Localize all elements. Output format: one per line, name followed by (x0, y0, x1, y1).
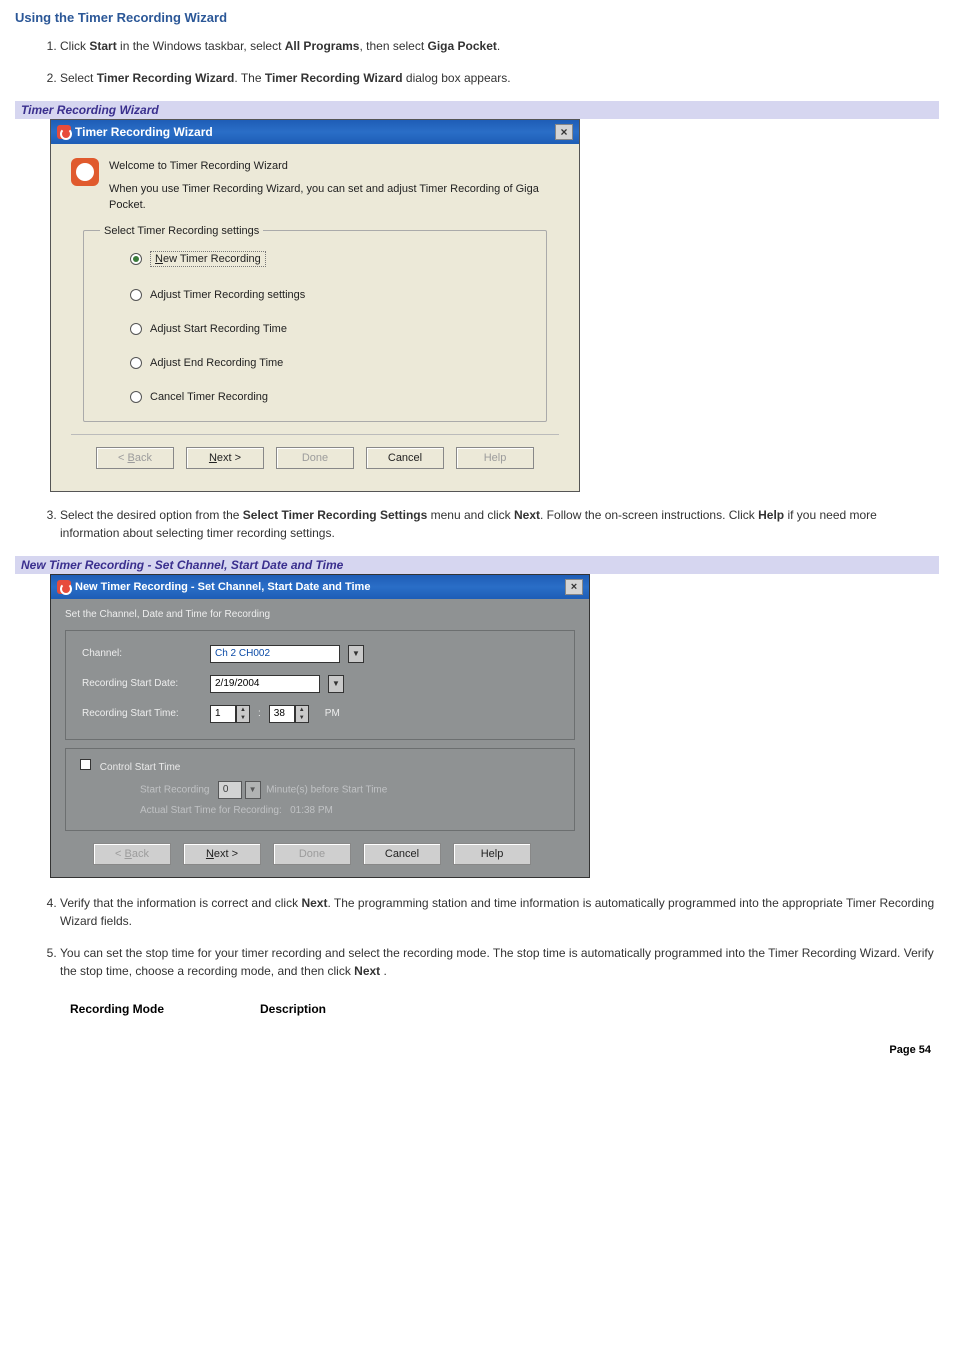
step-3: Select the desired option from the Selec… (60, 506, 939, 542)
time-label: Recording Start Time: (82, 708, 202, 719)
hour-spinner[interactable]: 1 ▲▼ (210, 705, 250, 723)
app-icon (57, 125, 71, 139)
radio-cancel-recording[interactable]: Cancel Timer Recording (130, 391, 534, 403)
radio-icon (130, 289, 142, 301)
close-button[interactable]: × (555, 124, 573, 140)
section-title: Using the Timer Recording Wizard (15, 10, 939, 25)
back-button: < Back (93, 843, 171, 865)
close-button[interactable]: × (565, 579, 583, 595)
step-5: You can set the stop time for your timer… (60, 944, 939, 980)
control-start-time-group: Control Start Time Start Recording 0 ▼ M… (65, 748, 575, 831)
actual-start-label: Actual Start Time for Recording: (140, 805, 282, 816)
timer-recording-wizard-dialog: Timer Recording Wizard × Welcome to Time… (50, 119, 580, 492)
step-4: Verify that the information is correct a… (60, 894, 939, 930)
minute-spinner[interactable]: 38 ▲▼ (269, 705, 309, 723)
figure-caption-1: Timer Recording Wizard (15, 101, 939, 119)
next-button[interactable]: Next > (183, 843, 261, 865)
start-recording-label: Start Recording (140, 784, 209, 795)
set-channel-dialog: New Timer Recording - Set Channel, Start… (50, 574, 590, 878)
radio-adjust-settings[interactable]: Adjust Timer Recording settings (130, 289, 534, 301)
dropdown-icon[interactable]: ▼ (328, 675, 344, 693)
back-button: < Back (96, 447, 174, 469)
date-input[interactable]: 2/19/2004 (210, 675, 320, 693)
date-label: Recording Start Date: (82, 678, 202, 689)
description-text: When you use Timer Recording Wizard, you… (109, 181, 559, 214)
step-1: Click Start in the Windows taskbar, sele… (60, 37, 939, 55)
app-icon (57, 580, 71, 594)
settings-groupbox: Select Timer Recording settings New Time… (83, 230, 547, 422)
column-description: Description (260, 1002, 326, 1016)
radio-adjust-start-time[interactable]: Adjust Start Recording Time (130, 323, 534, 335)
dropdown-icon[interactable]: ▼ (348, 645, 364, 663)
channel-label: Channel: (82, 648, 202, 659)
radio-icon (130, 323, 142, 335)
dialog-title: Timer Recording Wizard (75, 125, 213, 139)
help-button[interactable]: Help (453, 843, 531, 865)
channel-row: Channel: Ch 2 CH002 ▼ (82, 645, 558, 663)
cancel-button[interactable]: Cancel (366, 447, 444, 469)
cancel-button[interactable]: Cancel (363, 843, 441, 865)
page-number: Page 54 (15, 1044, 939, 1056)
control-start-label: Control Start Time (100, 762, 181, 773)
figure-caption-2: New Timer Recording - Set Channel, Start… (15, 556, 939, 574)
radio-icon (130, 253, 142, 265)
dialog-subtitle: Set the Channel, Date and Time for Recor… (65, 609, 575, 620)
welcome-text: Welcome to Timer Recording Wizard (109, 158, 559, 175)
step-2: Select Timer Recording Wizard. The Timer… (60, 69, 939, 87)
dropdown-icon: ▼ (245, 781, 261, 799)
radio-adjust-end-time[interactable]: Adjust End Recording Time (130, 357, 534, 369)
column-recording-mode: Recording Mode (70, 1002, 200, 1016)
help-button: Help (456, 447, 534, 469)
done-button: Done (276, 447, 354, 469)
start-recording-suffix: Minute(s) before Start Time (266, 784, 387, 795)
table-header-row: Recording Mode Description (70, 1002, 939, 1016)
time-row: Recording Start Time: 1 ▲▼ : 38 ▲▼ PM (82, 705, 558, 723)
ampm-label: PM (325, 708, 340, 719)
dialog-titlebar: Timer Recording Wizard × (51, 120, 579, 144)
control-start-checkbox[interactable] (80, 759, 91, 770)
radio-icon (130, 391, 142, 403)
actual-start-value: 01:38 PM (290, 805, 333, 816)
start-recording-value: 0 (218, 781, 242, 799)
radio-new-timer-recording[interactable]: New Timer Recording (130, 251, 534, 267)
dialog-title: New Timer Recording - Set Channel, Start… (75, 581, 370, 593)
dialog-titlebar: New Timer Recording - Set Channel, Start… (51, 575, 589, 599)
time-separator: : (258, 708, 261, 719)
date-row: Recording Start Date: 2/19/2004 ▼ (82, 675, 558, 693)
clock-icon (71, 158, 99, 186)
channel-select[interactable]: Ch 2 CH002 (210, 645, 340, 663)
next-button[interactable]: Next > (186, 447, 264, 469)
radio-icon (130, 357, 142, 369)
groupbox-title: Select Timer Recording settings (100, 225, 263, 237)
done-button: Done (273, 843, 351, 865)
